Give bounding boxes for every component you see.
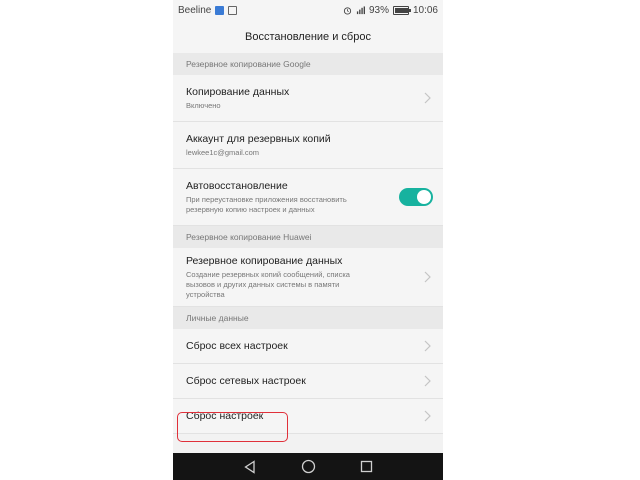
setting-subtitle: lewkee1c@gmail.com — [186, 147, 260, 157]
setting-title: Сброс сетевых настроек — [186, 375, 306, 387]
battery-percent: 93% — [368, 4, 389, 16]
page-title: Восстановление и сброс — [173, 20, 443, 53]
setting-title: Сброс всех настроек — [186, 340, 288, 352]
signal-icon — [356, 5, 365, 14]
chevron-right-icon — [424, 410, 431, 422]
setting-title: Резервное копирование данных — [186, 254, 343, 267]
setting-subtitle: При переустановке приложения восстановит… — [186, 194, 347, 214]
phone-screen: Beeline 93% 10:06 Восстановление и сброс… — [173, 0, 443, 480]
setting-huawei-backup[interactable]: Резервное копирование данных Создание ре… — [173, 248, 443, 307]
setting-title: Автовосстановление — [186, 179, 288, 192]
clock: 10:06 — [412, 4, 438, 16]
setting-reset-all-settings[interactable]: Сброс всех настроек — [173, 329, 443, 364]
chevron-right-icon — [424, 271, 431, 283]
setting-reset-network[interactable]: Сброс сетевых настроек — [173, 364, 443, 399]
chevron-right-icon — [424, 340, 431, 352]
setting-subtitle: Включено — [186, 100, 221, 110]
setting-auto-restore[interactable]: Автовосстановление При переустановке при… — [173, 169, 443, 226]
chevron-right-icon — [424, 375, 431, 387]
chevron-right-icon — [424, 92, 431, 104]
recent-square-icon[interactable] — [360, 460, 373, 473]
toggle-knob — [417, 190, 431, 204]
section-header-google-backup: Резервное копирование Google — [173, 53, 443, 75]
setting-title: Аккаунт для резервных копий — [186, 132, 331, 145]
back-triangle-icon[interactable] — [243, 459, 257, 474]
section-header-huawei-backup: Резервное копирование Huawei — [173, 226, 443, 248]
status-bar: Beeline 93% 10:06 — [173, 0, 443, 20]
setting-subtitle: Создание резервных копий сообщений, спис… — [186, 269, 350, 299]
auto-restore-toggle[interactable] — [399, 188, 433, 206]
carrier-label: Beeline — [178, 4, 212, 16]
setting-backup-account[interactable]: Аккаунт для резервных копий lewkee1c@gma… — [173, 122, 443, 169]
navigation-bar — [173, 453, 443, 480]
highlight-box — [177, 412, 288, 442]
home-circle-icon[interactable] — [301, 459, 316, 474]
notification-icon — [215, 5, 225, 15]
setting-title: Копирование данных — [186, 85, 290, 98]
image-notification-icon — [228, 5, 238, 15]
section-header-personal-data: Личные данные — [173, 307, 443, 329]
alarm-icon — [343, 6, 352, 15]
battery-icon — [392, 5, 411, 15]
setting-backup-data[interactable]: Копирование данных Включено — [173, 75, 443, 122]
